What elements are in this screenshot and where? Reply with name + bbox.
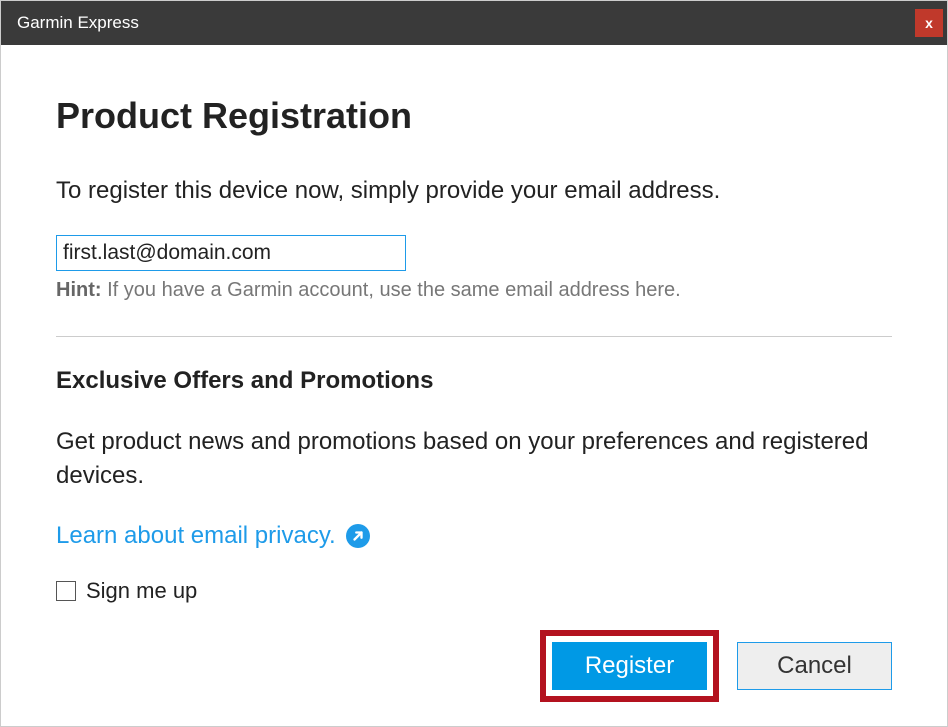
cancel-button[interactable]: Cancel [737,642,892,690]
signup-checkbox[interactable] [56,581,76,601]
promo-title: Exclusive Offers and Promotions [56,367,892,395]
button-row: Register Cancel [540,630,892,702]
close-button[interactable]: x [915,9,943,37]
promo-desc: Get product news and promotions based on… [56,425,892,492]
hint-row: Hint: If you have a Garmin account, use … [56,279,892,302]
signup-checkbox-row: Sign me up [56,578,892,604]
page-title: Product Registration [56,95,892,137]
signup-label: Sign me up [86,578,197,604]
divider [56,336,892,337]
privacy-link-text: Learn about email privacy. [56,522,336,550]
privacy-link[interactable]: Learn about email privacy. [56,522,370,550]
app-title: Garmin Express [17,13,139,33]
register-highlight: Register [540,630,719,702]
app-window: Garmin Express x Product Registration To… [0,0,948,727]
content-area: Product Registration To register this de… [1,45,947,726]
close-icon: x [925,15,933,31]
external-link-icon [346,524,370,548]
hint-text: If you have a Garmin account, use the sa… [102,279,681,301]
titlebar: Garmin Express x [1,1,947,45]
email-input[interactable] [56,235,406,271]
hint-label: Hint: [56,279,102,301]
register-button[interactable]: Register [552,642,707,690]
instruction-text: To register this device now, simply prov… [56,177,892,205]
